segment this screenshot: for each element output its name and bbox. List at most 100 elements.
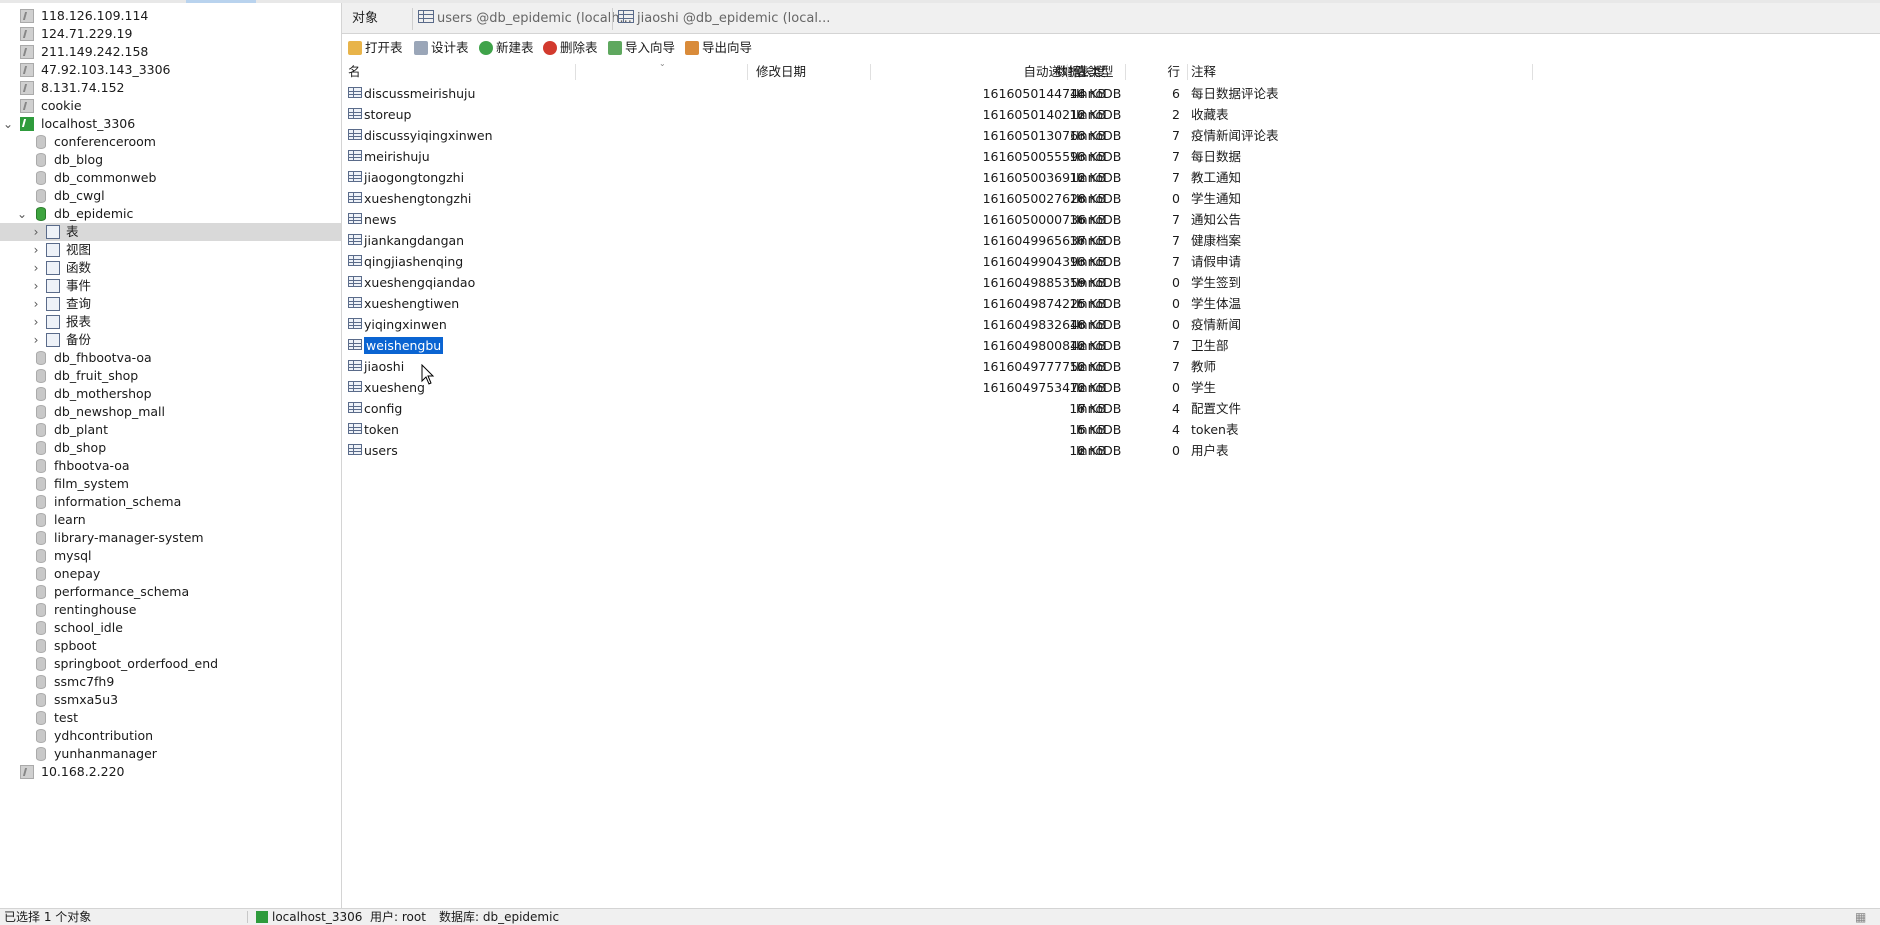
tree-item[interactable]: › 备份	[0, 331, 341, 349]
tree-item[interactable]: db_mothershop	[0, 385, 341, 403]
tree-item[interactable]: performance_schema	[0, 583, 341, 601]
import-wizard-label: 导入向导	[625, 40, 676, 55]
tree-item[interactable]: db_newshop_mall	[0, 403, 341, 421]
chevron-right-icon[interactable]: ›	[30, 331, 42, 349]
col-header-rows[interactable]: 行	[1142, 62, 1180, 82]
tree-item[interactable]: ⌄ db_epidemic	[0, 205, 341, 223]
tree-item[interactable]: db_cwgl	[0, 187, 341, 205]
tree-item[interactable]: springboot_orderfood_end	[0, 655, 341, 673]
tree-item[interactable]: 8.131.74.152	[0, 79, 341, 97]
table-row[interactable]: token 5 16 KB InnoDB 4 token表	[342, 419, 1880, 440]
tree-item[interactable]: db_shop	[0, 439, 341, 457]
tree-item[interactable]: film_system	[0, 475, 341, 493]
new-table-button[interactable]: 新建表	[479, 39, 534, 57]
cell-rows: 0	[1142, 188, 1180, 209]
cell-name: jiankangdangan	[364, 230, 464, 251]
grid-view-icon[interactable]: ▦	[1855, 909, 1866, 925]
chevron-right-icon[interactable]: ›	[30, 277, 42, 295]
col-header-name[interactable]: 名	[348, 62, 361, 82]
tree-item[interactable]: › 表	[0, 223, 341, 241]
col-header-modified[interactable]: 修改日期	[756, 62, 806, 82]
cell-name-text: qingjiashenqing	[364, 254, 464, 269]
tree-item[interactable]: db_plant	[0, 421, 341, 439]
tree-item[interactable]: ssmxa5u3	[0, 691, 341, 709]
chevron-right-icon[interactable]: ›	[30, 295, 42, 313]
tree-item[interactable]: ⌄ localhost_3306	[0, 115, 341, 133]
table-row[interactable]: jiaogongtongzhi 1616050036912 16 KB InnoDB 7…	[342, 167, 1880, 188]
tree-item[interactable]: school_idle	[0, 619, 341, 637]
chevron-right-icon[interactable]: ›	[30, 241, 42, 259]
tree-item[interactable]: onepay	[0, 565, 341, 583]
chevron-right-icon[interactable]: ›	[30, 313, 42, 331]
tree-item[interactable]: db_commonweb	[0, 169, 341, 187]
tree-item[interactable]: 211.149.242.158	[0, 43, 341, 61]
tree-item[interactable]: yunhanmanager	[0, 745, 341, 763]
tree-item[interactable]: cookie	[0, 97, 341, 115]
col-header-engine[interactable]: 表类型	[1076, 62, 1114, 82]
tree-item[interactable]: 124.71.229.19	[0, 25, 341, 43]
tree-item[interactable]: spboot	[0, 637, 341, 655]
table-row[interactable]: yiqingxinwen 1616049832648 16 KB InnoDB 0 疫情新…	[342, 314, 1880, 335]
tree-item[interactable]: fhbootva-oa	[0, 457, 341, 475]
tree-item[interactable]: mysql	[0, 547, 341, 565]
table-row[interactable]: storeup 1616050140212 16 KB InnoDB 2 收藏表	[342, 104, 1880, 125]
tree-item[interactable]: library-manager-system	[0, 529, 341, 547]
table-row[interactable]: meirishuju 1616050055593 16 KB InnoDB 7 每日数据	[342, 146, 1880, 167]
table-row[interactable]: news 1616050000736 16 KB InnoDB 7 通知公告	[342, 209, 1880, 230]
tree-item[interactable]: 118.126.109.114	[0, 7, 341, 25]
cell-comment: 学生通知	[1191, 188, 1241, 209]
col-separator	[870, 64, 871, 80]
tree-item[interactable]: ydhcontribution	[0, 727, 341, 745]
col-header-data-length[interactable]: 数据长度	[884, 62, 1106, 82]
tab-users[interactable]: users @db_epidemic (localh...	[418, 6, 632, 32]
cell-comment: 疫情新闻	[1191, 314, 1241, 335]
tree-item[interactable]: information_schema	[0, 493, 341, 511]
table-row[interactable]: weishengbu 1616049800842 16 KB InnoDB 7 卫生部	[342, 335, 1880, 356]
table-row[interactable]: xuesheng 1616049753472 16 KB InnoDB 0 学生	[342, 377, 1880, 398]
tree-item[interactable]: test	[0, 709, 341, 727]
import-wizard-button[interactable]: 导入向导	[608, 39, 675, 57]
table-row[interactable]: users 2 16 KB InnoDB 0 用户表	[342, 440, 1880, 461]
table-row[interactable]: xueshengtiwen 1616049874225 16 KB InnoDB 0 学生…	[342, 293, 1880, 314]
tree-item[interactable]: rentinghouse	[0, 601, 341, 619]
tree-item[interactable]: › 查询	[0, 295, 341, 313]
cell-rows: 6	[1142, 83, 1180, 104]
export-wizard-button[interactable]: 导出向导	[685, 39, 752, 57]
cell-name: yiqingxinwen	[364, 314, 447, 335]
cell-comment: 学生体温	[1191, 293, 1241, 314]
tree-item[interactable]: › 视图	[0, 241, 341, 259]
chevron-right-icon[interactable]: ›	[30, 259, 42, 277]
chevron-down-icon[interactable]: ⌄	[2, 115, 14, 133]
tab-objects[interactable]: 对象	[352, 6, 379, 32]
table-row[interactable]: jiaoshi 1616049777752 16 KB InnoDB 7 教师	[342, 356, 1880, 377]
tree-item[interactable]: 10.168.2.220	[0, 763, 341, 781]
tree-item[interactable]: › 报表	[0, 313, 341, 331]
tab-jiaoshi[interactable]: jiaoshi @db_epidemic (local...	[618, 6, 830, 32]
table-row[interactable]: xueshengqiandao 1616049885359 16 KB InnoDB 0…	[342, 272, 1880, 293]
table-row[interactable]: jiankangdangan 1616049965637 16 KB InnoDB 7 健…	[342, 230, 1880, 251]
cell-rows: 7	[1142, 167, 1180, 188]
table-row[interactable]: discussyiqingxinwen 1616050130763 16 KB Inn…	[342, 125, 1880, 146]
table-row[interactable]: config 7 16 KB InnoDB 4 配置文件	[342, 398, 1880, 419]
table-row[interactable]: xueshengtongzhi 1616050027628 16 KB InnoDB 0…	[342, 188, 1880, 209]
connection-tree[interactable]: 118.126.109.114 124.71.229.19 211.149.242.…	[0, 3, 342, 908]
table-row[interactable]: discussmeirishuju 1616050144744 16 KB InnoD…	[342, 83, 1880, 104]
tree-item[interactable]: conferenceroom	[0, 133, 341, 151]
cell-rows: 7	[1142, 146, 1180, 167]
tree-item[interactable]: learn	[0, 511, 341, 529]
chevron-down-icon[interactable]: ⌄	[16, 205, 28, 223]
tree-item[interactable]: › 函数	[0, 259, 341, 277]
design-table-button[interactable]: 设计表	[414, 39, 469, 57]
tree-item[interactable]: db_blog	[0, 151, 341, 169]
cell-comment: 健康档案	[1191, 230, 1241, 251]
tree-item[interactable]: db_fruit_shop	[0, 367, 341, 385]
table-row[interactable]: qingjiashenqing 1616049904393 16 KB InnoDB 7…	[342, 251, 1880, 272]
delete-table-button[interactable]: 删除表	[543, 39, 598, 57]
tree-item[interactable]: ssmc7fh9	[0, 673, 341, 691]
chevron-right-icon[interactable]: ›	[30, 223, 42, 241]
tree-item[interactable]: db_fhbootva-oa	[0, 349, 341, 367]
col-header-comment[interactable]: 注释	[1191, 62, 1216, 82]
tree-item[interactable]: › 事件	[0, 277, 341, 295]
open-table-button[interactable]: 打开表	[348, 39, 403, 57]
tree-item[interactable]: 47.92.103.143_3306	[0, 61, 341, 79]
